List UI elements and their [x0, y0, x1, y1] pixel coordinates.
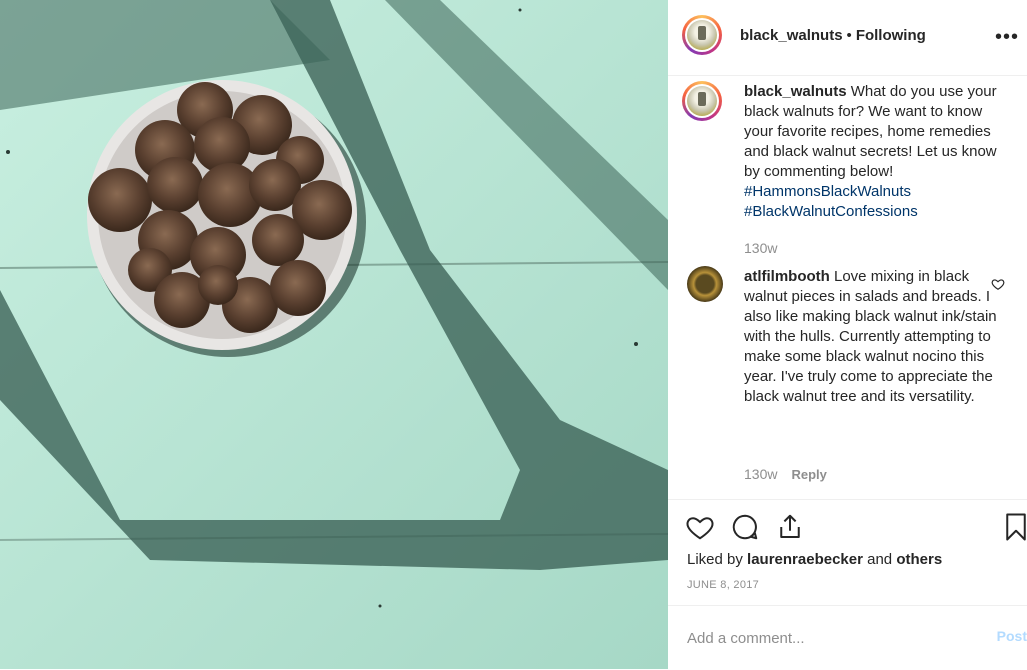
reply-button[interactable]: Reply [791, 467, 826, 482]
action-bar [668, 509, 1027, 549]
caption-avatar[interactable] [682, 81, 722, 121]
post-photo[interactable] [0, 0, 668, 669]
comment-text: Love mixing in black walnut pieces in sa… [744, 268, 997, 405]
post-header: black_walnuts • Following ••• [668, 0, 1027, 76]
author-avatar[interactable] [682, 15, 722, 55]
add-comment-bar: Post [668, 605, 1027, 670]
comment: atlfilmbooth Love mixing in black walnut… [744, 267, 1012, 407]
divider [668, 499, 1027, 500]
comment-icon[interactable] [730, 512, 760, 542]
liked-by-user[interactable]: laurenraebecker [747, 551, 863, 568]
heart-outline-icon[interactable] [991, 277, 1005, 291]
likes-conjunction: and [867, 551, 893, 568]
comment-username[interactable]: atlfilmbooth [744, 268, 830, 285]
share-icon[interactable] [775, 512, 805, 542]
likes-summary: Liked by laurenraebecker and others [687, 551, 942, 568]
comment-age[interactable]: 130w [744, 466, 777, 482]
hashtag-link[interactable]: #BlackWalnutConfessions [744, 202, 1012, 222]
more-horizontal-icon[interactable]: ••• [995, 26, 1019, 49]
likes-others[interactable]: others [896, 551, 942, 568]
commenter-avatar[interactable] [687, 266, 723, 302]
comments-list[interactable]: black_walnuts What do you use your black… [668, 76, 1027, 499]
header-text: black_walnuts • Following [740, 27, 926, 44]
header-username[interactable]: black_walnuts [740, 27, 843, 44]
caption: black_walnuts What do you use your black… [744, 82, 1012, 222]
follow-status[interactable]: Following [856, 27, 926, 44]
post-date[interactable]: JUNE 8, 2017 [687, 579, 759, 591]
comment-meta: 130w Reply [744, 466, 827, 482]
post-sidebar: black_walnuts • Following ••• black_walnut… [668, 0, 1027, 669]
hashtag-link[interactable]: #HammonsBlackWalnuts [744, 182, 1012, 202]
walnut-bowl-photo [0, 0, 668, 669]
bookmark-icon[interactable] [1001, 512, 1027, 542]
add-comment-input[interactable] [687, 626, 967, 650]
likes-prefix: Liked by [687, 551, 743, 568]
heart-icon[interactable] [685, 512, 715, 542]
post-comment-button[interactable]: Post [997, 628, 1027, 644]
caption-age[interactable]: 130w [744, 240, 777, 256]
caption-username[interactable]: black_walnuts [744, 83, 847, 100]
header-separator: • [846, 27, 852, 44]
